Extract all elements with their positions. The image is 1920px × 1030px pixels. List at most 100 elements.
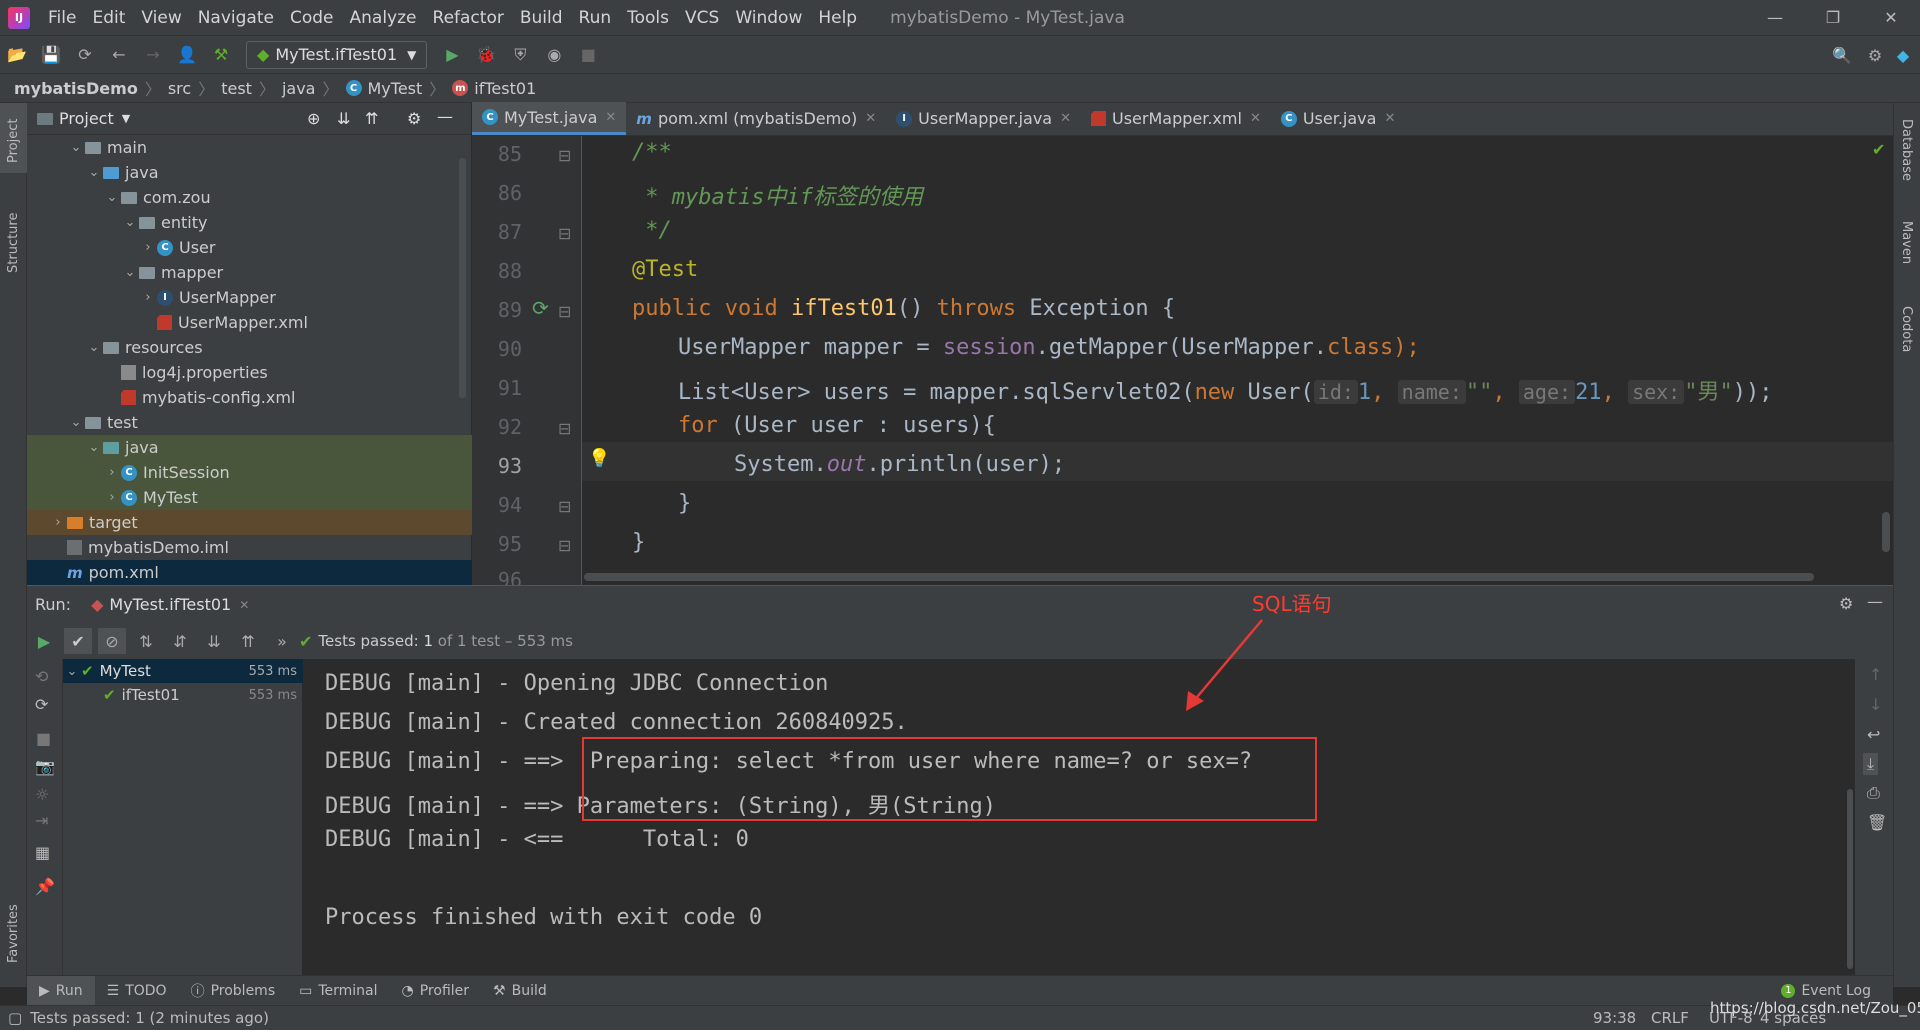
more-icon[interactable]: » (268, 628, 296, 654)
tree-item[interactable]: ⌄ resources (27, 335, 472, 360)
breadcrumb-src[interactable]: src (168, 79, 191, 98)
project-tool-tab[interactable]: Project (6, 119, 21, 163)
menu-analyze[interactable]: Analyze (342, 8, 425, 28)
tree-item[interactable]: mybatis-config.xml (27, 385, 472, 410)
debug-icon[interactable]: ☼ (35, 785, 49, 804)
user-icon[interactable]: 👤 (173, 42, 201, 68)
menu-view[interactable]: View (133, 8, 189, 28)
coverage-icon[interactable]: ⛨ (506, 42, 534, 68)
tree-item[interactable]: › C User (27, 235, 472, 260)
search-everywhere-icon[interactable]: 🔍 (1828, 42, 1856, 68)
tree-item[interactable]: › target (27, 510, 472, 535)
menu-edit[interactable]: Edit (84, 8, 133, 28)
maven-tool-tab[interactable]: Maven (1899, 221, 1914, 264)
chevron-down-icon[interactable]: ⌄ (85, 340, 103, 355)
layout-toggle-icon[interactable]: ▢ (8, 1009, 22, 1027)
tree-item[interactable]: log4j.properties (27, 360, 472, 385)
chevron-right-icon[interactable]: › (103, 465, 121, 480)
locate-icon[interactable]: ⊕ (307, 109, 320, 128)
chevron-right-icon[interactable]: › (49, 515, 67, 530)
hide-panel-icon[interactable]: — (1867, 592, 1883, 611)
tab-terminal[interactable]: ▭ Terminal (287, 983, 389, 999)
restore-button[interactable]: ❐ (1804, 0, 1862, 35)
breadcrumb-project[interactable]: mybatisDemo (14, 79, 138, 98)
test-row[interactable]: ⌄ ✔ MyTest 553 ms (63, 659, 303, 683)
tree-item[interactable]: › I UserMapper (27, 285, 472, 310)
exit-icon[interactable]: ⇥ (35, 811, 48, 830)
breadcrumb-test[interactable]: test (221, 79, 252, 98)
rerun-failed-icon[interactable]: ⟳ (35, 695, 48, 714)
run-test-gutter-icon[interactable]: ⟳ (532, 296, 549, 320)
sort-alpha-icon[interactable]: ⇅ (132, 628, 160, 654)
fold-marker-icon[interactable]: ⊟ (558, 497, 571, 516)
structure-tool-tab[interactable]: Structure (6, 213, 21, 273)
chevron-down-icon[interactable]: ⌄ (103, 190, 121, 205)
chevron-right-icon[interactable]: › (139, 240, 157, 255)
tab-mytest-java[interactable]: C MyTest.java ✕ (472, 102, 627, 135)
caret-position[interactable]: 93:38 (1593, 1009, 1636, 1027)
run-config-selector[interactable]: ◆ MyTest.ifTest01 ▼ (246, 40, 428, 69)
tree-item[interactable]: ⌄ java (27, 435, 472, 460)
gear-icon[interactable]: ⚙ (1839, 594, 1853, 613)
sort-duration-icon[interactable]: ⇵ (166, 628, 194, 654)
tree-item[interactable]: ⌄ main (27, 135, 472, 160)
camera-icon[interactable]: 📷 (35, 757, 55, 776)
tab-usermapper-xml[interactable]: UserMapper.xml ✕ (1081, 102, 1271, 135)
chevron-right-icon[interactable]: › (103, 490, 121, 505)
tab-run[interactable]: ▶ Run (27, 975, 95, 1006)
fold-marker-icon[interactable]: ⊟ (558, 536, 571, 555)
scroll-down-icon[interactable]: ↓ (1869, 695, 1882, 714)
horizontal-scrollbar[interactable] (584, 573, 1814, 581)
stop-icon[interactable]: ■ (36, 729, 51, 748)
menu-file[interactable]: File (40, 8, 84, 28)
chevron-down-icon[interactable]: ⌄ (85, 165, 103, 180)
soft-wrap-icon[interactable]: ↩ (1867, 725, 1880, 744)
vertical-scrollbar[interactable] (1882, 512, 1890, 552)
run-icon[interactable]: ▶ (438, 42, 466, 68)
show-ignored-icon[interactable]: ⊘ (98, 628, 126, 654)
close-icon[interactable]: ✕ (239, 598, 249, 612)
tree-item[interactable]: ⌄ mapper (27, 260, 472, 285)
menu-vcs[interactable]: VCS (677, 8, 727, 28)
tree-item[interactable]: ⌄ test (27, 410, 472, 435)
menu-build[interactable]: Build (512, 8, 571, 28)
tree-item[interactable]: › C MyTest (27, 485, 472, 510)
breadcrumb-method[interactable]: ifTest01 (474, 79, 536, 98)
tab-todo[interactable]: ☰ TODO (95, 983, 179, 999)
layout-icon[interactable]: ▦ (35, 843, 50, 862)
menu-code[interactable]: Code (282, 8, 342, 28)
tree-item[interactable]: ⌄ com.zou (27, 185, 472, 210)
chevron-down-icon[interactable]: ⌄ (85, 440, 103, 455)
tree-item[interactable]: ⌄ java (27, 160, 472, 185)
menu-run[interactable]: Run (571, 8, 620, 28)
trash-icon[interactable]: 🗑 (1867, 813, 1887, 832)
lightbulb-icon[interactable]: 💡 (588, 448, 610, 469)
stop-icon[interactable]: ■ (574, 42, 602, 68)
test-row[interactable]: ✔ ifTest01 553 ms (63, 683, 303, 707)
profile-icon[interactable]: ◉ (540, 42, 568, 68)
scroll-to-end-icon[interactable]: ⤓ (1863, 753, 1879, 775)
debug-icon[interactable]: 🐞 (472, 42, 500, 68)
toggle-auto-test-icon[interactable]: ⟲ (35, 667, 48, 686)
tree-item[interactable]: ⌄ entity (27, 210, 472, 235)
pin-icon[interactable]: 📌 (35, 877, 55, 896)
database-tool-tab[interactable]: Database (1899, 119, 1914, 181)
menu-tools[interactable]: Tools (619, 8, 677, 28)
menu-help[interactable]: Help (810, 8, 865, 28)
breadcrumb-java[interactable]: java (282, 79, 316, 98)
menu-navigate[interactable]: Navigate (190, 8, 282, 28)
rerun-icon[interactable]: ▶ (30, 628, 58, 654)
menu-window[interactable]: Window (727, 8, 810, 28)
close-icon[interactable]: ✕ (865, 111, 876, 126)
chevron-right-icon[interactable]: › (139, 290, 157, 305)
tab-event-log[interactable]: 1 Event Log (1769, 983, 1883, 999)
fold-marker-icon[interactable]: ⊟ (558, 224, 571, 243)
collapse-all-icon[interactable]: ⇈ (365, 109, 378, 128)
code-editor[interactable]: 85 86 87 88 89 90 91 92 93 94 95 96 ⟳ 💡 … (472, 136, 1893, 585)
tab-problems[interactable]: ⓘ Problems (179, 981, 288, 1001)
collapse-all-icon[interactable]: ⇈ (234, 628, 262, 654)
chevron-down-icon[interactable]: ⌄ (121, 215, 139, 230)
chevron-down-icon[interactable]: ⌄ (121, 265, 139, 280)
fold-marker-icon[interactable]: ⊟ (558, 419, 571, 438)
print-icon[interactable]: ⎙ (1867, 783, 1880, 803)
